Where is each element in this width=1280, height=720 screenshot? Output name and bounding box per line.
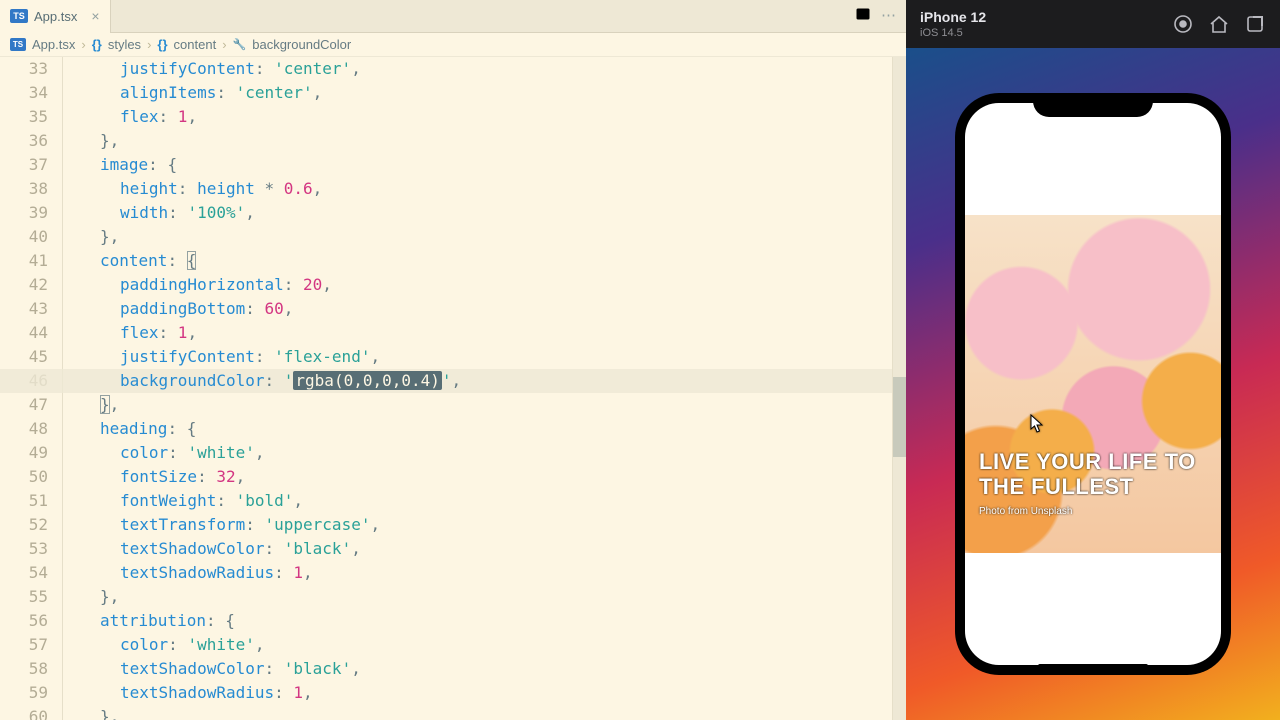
close-icon[interactable]: × — [91, 8, 99, 24]
chevron-right-icon: › — [222, 37, 226, 52]
code-line[interactable]: textShadowRadius: 1, — [80, 681, 906, 705]
line-number: 54 — [0, 561, 48, 585]
line-number: 39 — [0, 201, 48, 225]
line-number: 50 — [0, 465, 48, 489]
simulator-backdrop: LIVE YOUR LIFE TO THE FULLEST Photo from… — [906, 48, 1280, 720]
typescript-icon: TS — [10, 9, 28, 23]
line-number: 37 — [0, 153, 48, 177]
phone-frame: LIVE YOUR LIFE TO THE FULLEST Photo from… — [955, 93, 1231, 675]
line-number: 35 — [0, 105, 48, 129]
line-number: 41 — [0, 249, 48, 273]
breadcrumb-content[interactable]: content — [174, 37, 217, 52]
code-line[interactable]: image: { — [80, 153, 906, 177]
code-line[interactable]: }, — [80, 393, 906, 417]
line-number: 51 — [0, 489, 48, 513]
code-line[interactable]: }, — [80, 705, 906, 720]
simulator-panel: iPhone 12 iOS 14.5 LIVE YOUR LIFE TO THE… — [906, 0, 1280, 720]
code-line[interactable]: color: 'white', — [80, 633, 906, 657]
code-line[interactable]: }, — [80, 129, 906, 153]
line-number: 38 — [0, 177, 48, 201]
tab-filename: App.tsx — [34, 9, 77, 24]
code-line[interactable]: flex: 1, — [80, 105, 906, 129]
typescript-icon: TS — [10, 38, 26, 51]
line-number: 58 — [0, 657, 48, 681]
editor-tab-bar: TS App.tsx × ⋯ — [0, 0, 906, 33]
split-editor-icon[interactable] — [855, 6, 871, 26]
code-area[interactable]: 3334353637383940414243444546474849505152… — [0, 57, 906, 720]
breadcrumb-file[interactable]: App.tsx — [32, 37, 75, 52]
line-number: 56 — [0, 609, 48, 633]
home-indicator — [1038, 664, 1148, 668]
code-line[interactable]: paddingHorizontal: 20, — [80, 273, 906, 297]
breadcrumb-styles[interactable]: styles — [108, 37, 141, 52]
code-line[interactable]: textTransform: 'uppercase', — [80, 513, 906, 537]
code-editor-panel: TS App.tsx × ⋯ TS App.tsx › {} styles › … — [0, 0, 906, 720]
line-number: 36 — [0, 129, 48, 153]
chevron-right-icon: › — [81, 37, 85, 52]
line-number: 52 — [0, 513, 48, 537]
app-root: LIVE YOUR LIFE TO THE FULLEST Photo from… — [965, 103, 1221, 665]
code-line[interactable]: flex: 1, — [80, 321, 906, 345]
property-icon: 🔧 — [233, 38, 247, 51]
line-number: 47 — [0, 393, 48, 417]
code-line[interactable]: justifyContent: 'center', — [80, 57, 906, 81]
code-line[interactable]: textShadowColor: 'black', — [80, 657, 906, 681]
phone-notch — [1033, 93, 1153, 117]
code-line[interactable]: width: '100%', — [80, 201, 906, 225]
code-line[interactable]: fontSize: 32, — [80, 465, 906, 489]
line-number: 33 — [0, 57, 48, 81]
breadcrumb-backgroundcolor[interactable]: backgroundColor — [252, 37, 351, 52]
code-line[interactable]: alignItems: 'center', — [80, 81, 906, 105]
line-number: 60 — [0, 705, 48, 720]
line-number: 55 — [0, 585, 48, 609]
home-icon[interactable] — [1208, 13, 1230, 35]
simulator-toolbar: iPhone 12 iOS 14.5 — [906, 0, 1280, 48]
more-icon[interactable]: ⋯ — [881, 6, 896, 26]
line-number: 53 — [0, 537, 48, 561]
code-line[interactable]: heading: { — [80, 417, 906, 441]
line-number: 34 — [0, 81, 48, 105]
line-number: 44 — [0, 321, 48, 345]
open-external-icon[interactable] — [1244, 13, 1266, 35]
line-number: 42 — [0, 273, 48, 297]
code-line[interactable]: height: height * 0.6, — [80, 177, 906, 201]
hero-section: LIVE YOUR LIFE TO THE FULLEST Photo from… — [965, 215, 1221, 552]
phone-screen[interactable]: LIVE YOUR LIFE TO THE FULLEST Photo from… — [965, 103, 1221, 665]
code-line[interactable]: paddingBottom: 60, — [80, 297, 906, 321]
code-line[interactable]: }, — [80, 585, 906, 609]
line-number: 49 — [0, 441, 48, 465]
line-number: 48 — [0, 417, 48, 441]
hero-attribution: Photo from Unsplash — [979, 506, 1207, 517]
line-number: 45 — [0, 345, 48, 369]
hero-image-balloons — [965, 215, 1221, 552]
device-name: iPhone 12 — [920, 9, 986, 25]
code-line[interactable]: content: { — [80, 249, 906, 273]
line-number: 59 — [0, 681, 48, 705]
code-line[interactable]: textShadowColor: 'black', — [80, 537, 906, 561]
code-line[interactable]: }, — [80, 225, 906, 249]
tab-app-tsx[interactable]: TS App.tsx × — [0, 0, 111, 33]
line-number: 43 — [0, 297, 48, 321]
breadcrumb[interactable]: TS App.tsx › {} styles › {} content › 🔧 … — [0, 33, 906, 57]
code-line[interactable]: textShadowRadius: 1, — [80, 561, 906, 585]
code-line[interactable]: color: 'white', — [80, 441, 906, 465]
code-line[interactable]: fontWeight: 'bold', — [80, 489, 906, 513]
code-line[interactable]: attribution: { — [80, 609, 906, 633]
record-icon[interactable] — [1172, 13, 1194, 35]
code-line[interactable]: justifyContent: 'flex-end', — [80, 345, 906, 369]
code-line[interactable]: backgroundColor: 'rgba(0,0,0,0.4)', — [80, 369, 906, 393]
mouse-cursor-icon — [1030, 414, 1044, 434]
object-icon: {} — [92, 37, 102, 52]
chevron-right-icon: › — [147, 37, 151, 52]
line-number: 57 — [0, 633, 48, 657]
os-version: iOS 14.5 — [920, 27, 986, 39]
line-number: 40 — [0, 225, 48, 249]
hero-heading: LIVE YOUR LIFE TO THE FULLEST — [979, 449, 1207, 500]
object-icon: {} — [157, 37, 167, 52]
